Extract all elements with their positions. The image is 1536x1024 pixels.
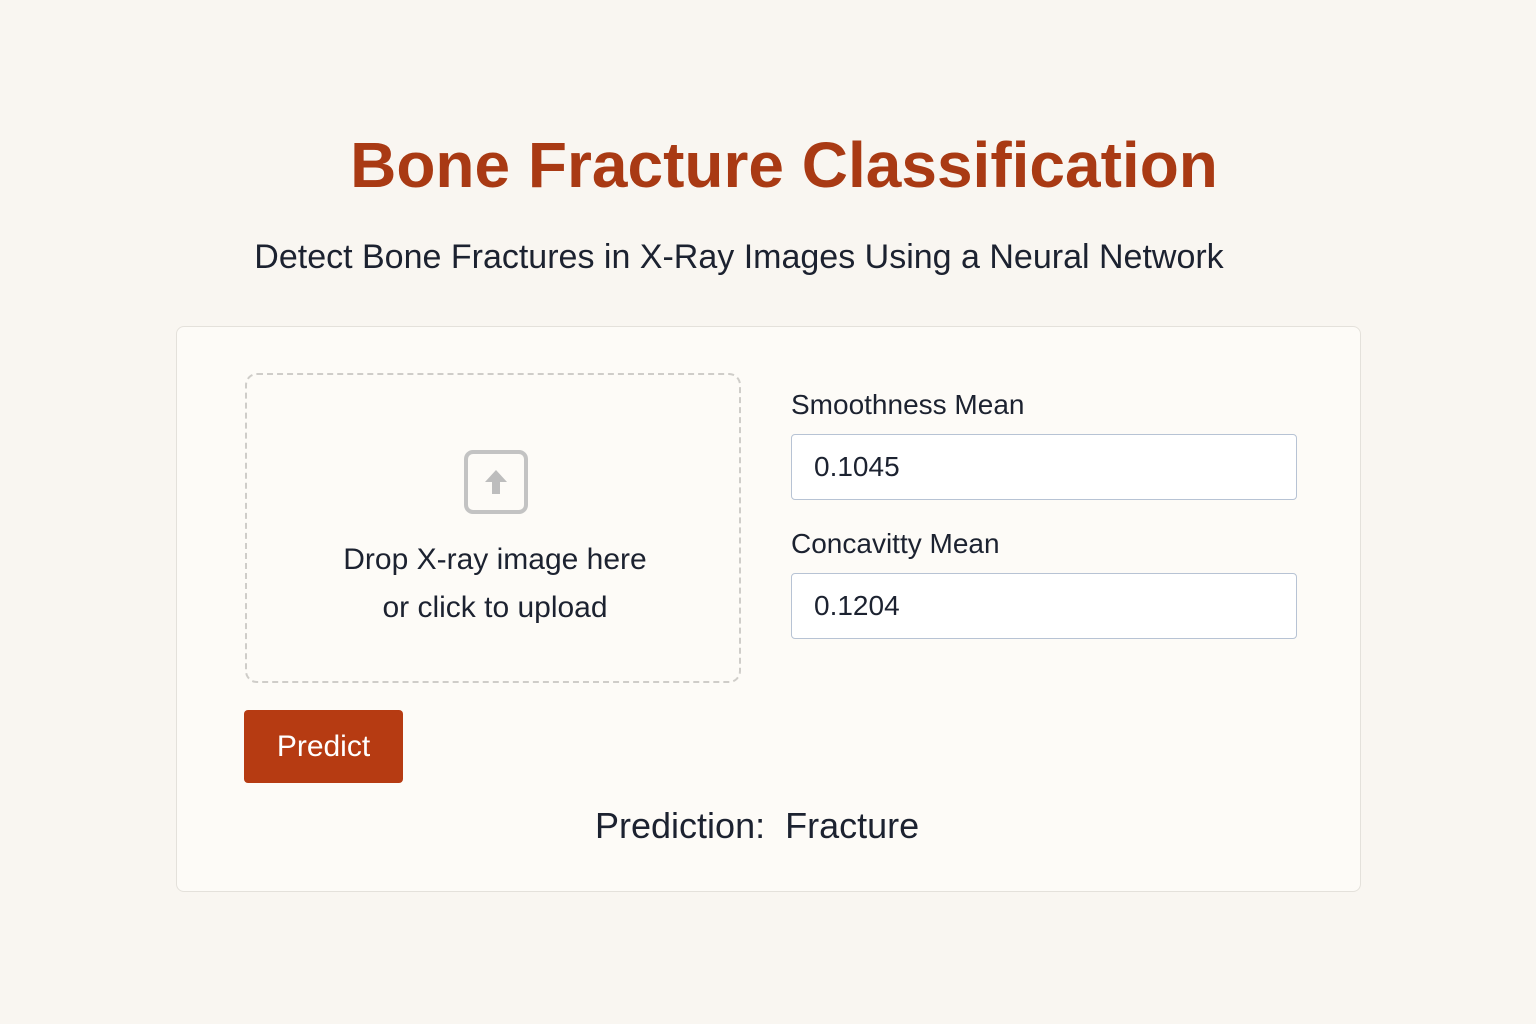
page-title: Bone Fracture Classification [350, 129, 1218, 201]
predict-button[interactable]: Predict [244, 710, 403, 783]
dropzone-instruction: Drop X-ray image here [343, 543, 647, 576]
xray-upload-dropzone[interactable]: Drop X-ray image here or click to upload [245, 373, 741, 683]
concavity-mean-label: Concavitty Mean [791, 528, 1000, 559]
dropzone-instruction-secondary: or click to upload [382, 591, 608, 624]
prediction-result: Prediction: Fracture [595, 805, 919, 847]
upload-icon [464, 450, 528, 514]
smoothness-mean-label: Smoothness Mean [791, 389, 1025, 420]
prediction-prefix: Prediction: [595, 805, 766, 846]
page-subtitle: Detect Bone Fractures in X-Ray Images Us… [254, 238, 1224, 276]
concavity-mean-input[interactable] [791, 573, 1297, 639]
classifier-card: Drop X-ray image here or click to upload… [176, 326, 1361, 892]
page: Bone Fracture Classification Detect Bone… [0, 0, 1536, 1024]
smoothness-mean-input[interactable] [791, 434, 1297, 500]
prediction-value: Fracture [785, 805, 920, 846]
